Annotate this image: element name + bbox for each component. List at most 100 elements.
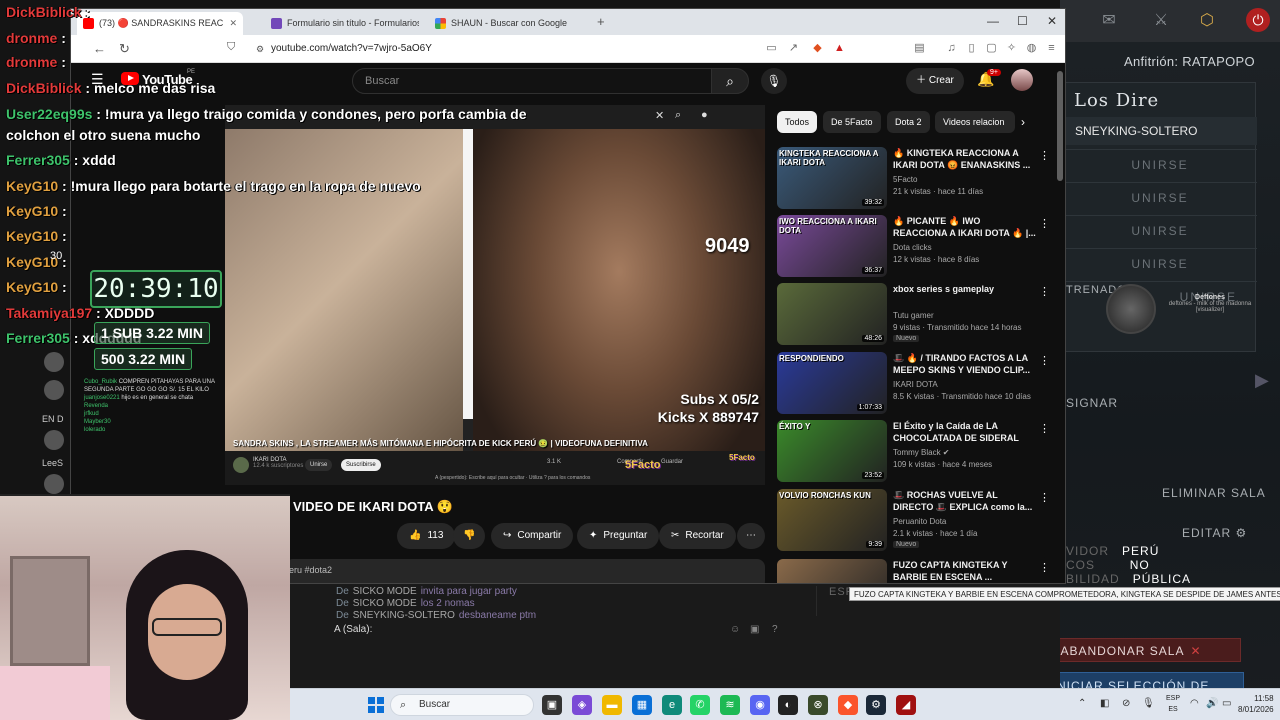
reading-icon[interactable]: ▯ [965, 42, 978, 55]
vpn-icon[interactable]: ◍ [1025, 42, 1038, 55]
join-slot[interactable]: UNIRSE [1063, 215, 1257, 245]
recommendation-item[interactable]: FUZO CAPTA KINGTEKA Y BARBIE EN ESCENA .… [777, 559, 1050, 583]
xbox-icon[interactable]: ⊗ [808, 695, 828, 715]
tab-youtube[interactable]: (73) 🔴 SANDRASKINS REAC ✕ [77, 12, 243, 35]
file-explorer-icon[interactable]: ▬ [602, 695, 622, 715]
dire-player-slot[interactable]: SNEYKING-SOLTERO [1063, 117, 1257, 145]
recommendation-title[interactable]: 🔥 KINGTEKA REACCIONA A IKARI DOTA 😡 ENAN… [893, 147, 1037, 171]
edit-button[interactable]: EDITAR ⚙ [1182, 526, 1247, 540]
recommendation-title[interactable]: 🔥 PICANTE 🔥 IWO REACCIONA A IKARI DOTA 🔥… [893, 215, 1037, 239]
search-input[interactable]: Buscar [352, 68, 712, 94]
store-icon[interactable]: ▦ [632, 695, 652, 715]
more-vert-icon[interactable]: ⋮ [1039, 491, 1050, 504]
tray-chevron-icon[interactable]: ⌃ [1078, 698, 1086, 709]
dislike-button[interactable]: 👎 [453, 523, 486, 549]
media-icon[interactable]: ♫ [945, 42, 958, 55]
mic-icon[interactable]: 🎙 [1142, 698, 1155, 709]
windows-start-icon[interactable] [368, 697, 384, 713]
video-thumbnail[interactable]: IWO REACCIONA A IKARI DOTA 36:37 [777, 215, 887, 277]
recommendation-title[interactable]: El Éxito y la Caída de LA CHOCOLATADA DE… [893, 420, 1037, 444]
recommendation-channel[interactable]: Tommy Black ✔ [893, 448, 950, 457]
video-player[interactable]: ✕ ⌕ ● 9049 Subs X 05/2 Kicks X 889747 SA… [225, 105, 765, 485]
share-button[interactable]: ↪ Compartir [491, 523, 574, 549]
close-icon[interactable]: ✕ [655, 109, 664, 122]
minimize-icon[interactable]: — [987, 14, 999, 28]
search-button[interactable]: ⌕ [711, 68, 749, 94]
recommendation-item[interactable]: IWO REACCIONA A IKARI DOTA 36:37 🔥 PICANTE… [777, 215, 1050, 279]
join-slot[interactable]: UNIRSE [1063, 149, 1257, 179]
recommendation-title[interactable]: 🎩 ROCHAS VUELVE AL DIRECTO 🎩 EXPLICA com… [893, 489, 1037, 513]
image-icon[interactable]: ▣ [750, 624, 759, 635]
cast-icon[interactable]: ▭ [765, 42, 778, 55]
avatar[interactable] [1011, 69, 1033, 91]
video-thumbnail[interactable]: VOLVIO RONCHAS KUN 9:39 [777, 489, 887, 551]
bookmark-icon[interactable]: ⛉ [227, 41, 235, 54]
recommendation-channel[interactable]: IKARI DOTA [893, 380, 938, 389]
edge-icon[interactable]: e [662, 695, 682, 715]
video-thumbnail[interactable]: ÉXITO Y 23:52 [777, 420, 887, 482]
recommendation-title[interactable]: xbox series s gameplay [893, 283, 1037, 295]
like-button[interactable]: 👍 113 [397, 523, 456, 549]
tab-google[interactable]: SHAUN - Buscar con Google [429, 12, 589, 35]
recommendation-title[interactable]: 🎩 🔥 / TIRANDO FACTOS A LA MEEPO SKINS Y … [893, 352, 1037, 376]
recommendation-channel[interactable]: 5Facto [893, 175, 917, 184]
scrollbar[interactable] [1057, 71, 1063, 181]
more-vert-icon[interactable]: ⋮ [1039, 217, 1050, 230]
join-slot[interactable]: UNIRSE [1063, 182, 1257, 212]
battery-icon[interactable]: ▭ [1222, 698, 1231, 709]
recommendation-item[interactable]: VOLVIO RONCHAS KUN 9:39 🎩 ROCHAS VUELVE AL… [777, 489, 1050, 553]
taskbar-search[interactable]: ⌕ Buscar [390, 694, 534, 716]
clip-button[interactable]: ✂ Recortar [659, 523, 736, 549]
clock[interactable]: 11:58 8/01/2026 [1238, 693, 1274, 715]
chevron-right-icon[interactable]: › [1021, 115, 1025, 129]
wallet-icon[interactable]: ▢ [985, 42, 998, 55]
delete-room-button[interactable]: ELIMINAR SALA [1162, 486, 1266, 500]
arrow-right-icon[interactable]: ▶ [1255, 370, 1269, 391]
maximize-icon[interactable]: ☐ [1017, 14, 1028, 28]
mic-icon[interactable]: ● [701, 109, 708, 121]
power-icon[interactable]: ⏻ [1246, 8, 1270, 32]
ask-button[interactable]: ✦ Preguntar [577, 523, 660, 549]
mail-icon[interactable]: ✉ [1098, 10, 1120, 30]
recommendation-item[interactable]: RESPONDIENDO 1:07:33 🎩 🔥 / TIRANDO FACTOS … [777, 352, 1050, 416]
steam-icon[interactable]: ⚙ [866, 695, 886, 715]
recommendation-channel[interactable]: Peruanito Dota [893, 517, 946, 526]
url-field[interactable]: ⚙ youtube.com/watch?v=7wjro-5aO6Y [253, 39, 753, 59]
assign-label[interactable]: SIGNAR [1066, 396, 1118, 410]
video-thumbnail[interactable]: KINGTEKA REACCIONA A IKARI DOTA 39:32 [777, 147, 887, 209]
chip-5facto[interactable]: De 5Facto [823, 111, 881, 133]
more-vert-icon[interactable]: ⋮ [1039, 422, 1050, 435]
extension-icon[interactable]: ▤ [913, 42, 926, 55]
recommendation-channel[interactable]: Dota clicks [893, 243, 932, 252]
search-icon[interactable]: ⌕ [675, 109, 681, 122]
more-vert-icon[interactable]: ⋮ [1039, 149, 1050, 162]
recommendation-item[interactable]: 48:26 xbox series s gameplay Tutu gamer 9 v… [777, 283, 1050, 347]
plus-icon[interactable]: ⬡ [1196, 10, 1218, 30]
chat-input[interactable]: A (Sala): [334, 624, 372, 635]
brave-shield-icon[interactable]: ◆ [811, 42, 824, 55]
network-off-icon[interactable]: ⊘ [1122, 698, 1130, 709]
chip-dota2[interactable]: Dota 2 [887, 111, 930, 133]
brave-icon[interactable]: ◆ [838, 695, 858, 715]
video-thumbnail[interactable] [777, 559, 887, 583]
close-tab-icon[interactable]: ✕ [229, 12, 237, 35]
video-thumbnail[interactable]: 48:26 [777, 283, 887, 345]
whatsapp-icon[interactable]: ✆ [690, 695, 710, 715]
more-vert-icon[interactable]: ⋮ [1039, 354, 1050, 367]
recommendation-item[interactable]: ÉXITO Y 23:52 El Éxito y la Caída de LA CH… [777, 420, 1050, 484]
tab-forms[interactable]: Formulario sin título - Formularios de [265, 12, 419, 35]
menu-icon[interactable]: ≡ [1045, 42, 1058, 55]
back-icon[interactable]: ← [93, 41, 106, 56]
help-icon[interactable]: ? [772, 624, 778, 635]
chip-related[interactable]: Videos relacion [935, 111, 1015, 133]
more-actions-button[interactable]: ⋯ [737, 523, 765, 549]
close-window-icon[interactable]: ✕ [1047, 14, 1057, 28]
obs-icon[interactable]: ◐ [778, 695, 798, 715]
video-thumbnail[interactable]: RESPONDIENDO 1:07:33 [777, 352, 887, 414]
spotify-icon[interactable]: ≋ [720, 695, 740, 715]
site-info-icon[interactable]: ⚙ [256, 39, 264, 59]
reload-icon[interactable]: ↻ [119, 41, 130, 57]
share-icon[interactable]: ↗ [787, 42, 800, 55]
discord-icon[interactable]: ◉ [750, 695, 770, 715]
recommendation-title[interactable]: FUZO CAPTA KINGTEKA Y BARBIE EN ESCENA .… [893, 559, 1037, 583]
